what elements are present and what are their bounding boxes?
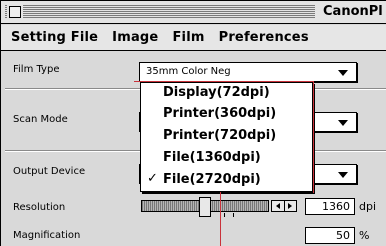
- close-box-icon[interactable]: [9, 6, 21, 18]
- slider-tick: [224, 213, 225, 217]
- menu-preferences[interactable]: Preferences: [219, 30, 309, 45]
- resolution-field[interactable]: 1360: [305, 198, 355, 215]
- scan-mode-label: Scan Mode: [13, 114, 68, 125]
- menu-bar: Setting File Image Film Preferences: [1, 25, 386, 51]
- menu-option-file-2720dpi[interactable]: ✓ File(2720dpi): [141, 170, 312, 191]
- magnification-label: Magnification: [13, 230, 81, 241]
- resolution-slider[interactable]: [141, 197, 269, 217]
- chevron-down-icon: [338, 120, 348, 126]
- magnification-unit: %: [359, 229, 370, 242]
- film-type-value: 35mm Color Neg: [146, 66, 231, 77]
- resolution-stepper[interactable]: [271, 200, 297, 212]
- output-device-label: Output Device: [13, 166, 86, 177]
- guide-line: [134, 81, 314, 82]
- menu-image[interactable]: Image: [112, 30, 158, 45]
- decrement-arrow-icon[interactable]: [272, 201, 285, 211]
- guide-line: [220, 192, 221, 246]
- magnification-field[interactable]: 50: [305, 227, 355, 244]
- title-bar-stripes: [5, 5, 315, 19]
- menu-option-printer-720dpi[interactable]: Printer(720dpi): [141, 126, 312, 147]
- title-bar[interactable]: CanonPl: [1, 1, 386, 24]
- menu-option-display-72dpi[interactable]: Display(72dpi): [141, 83, 312, 104]
- chevron-down-icon: [338, 70, 348, 76]
- resolution-label: Resolution: [13, 202, 66, 213]
- increment-arrow-icon[interactable]: [285, 201, 297, 211]
- resolution-unit: dpi: [359, 200, 377, 213]
- guide-line: [313, 81, 314, 193]
- chevron-down-icon: [338, 172, 348, 178]
- canon-plugin-window: CanonPl Setting File Image Film Preferen…: [0, 0, 386, 246]
- output-device-menu: Display(72dpi) Printer(360dpi) Printer(7…: [140, 82, 313, 192]
- film-type-popup[interactable]: 35mm Color Neg: [139, 62, 357, 82]
- menu-option-printer-360dpi[interactable]: Printer(360dpi): [141, 104, 312, 125]
- menu-film[interactable]: Film: [172, 30, 204, 45]
- slider-tick: [233, 213, 234, 217]
- film-type-label: Film Type: [13, 64, 60, 75]
- window-title: CanonPl: [317, 4, 383, 19]
- menu-option-file-1360dpi[interactable]: File(1360dpi): [141, 148, 312, 169]
- menu-setting-file[interactable]: Setting File: [11, 30, 98, 45]
- checkmark-icon: ✓: [147, 171, 158, 186]
- slider-thumb[interactable]: [199, 197, 211, 217]
